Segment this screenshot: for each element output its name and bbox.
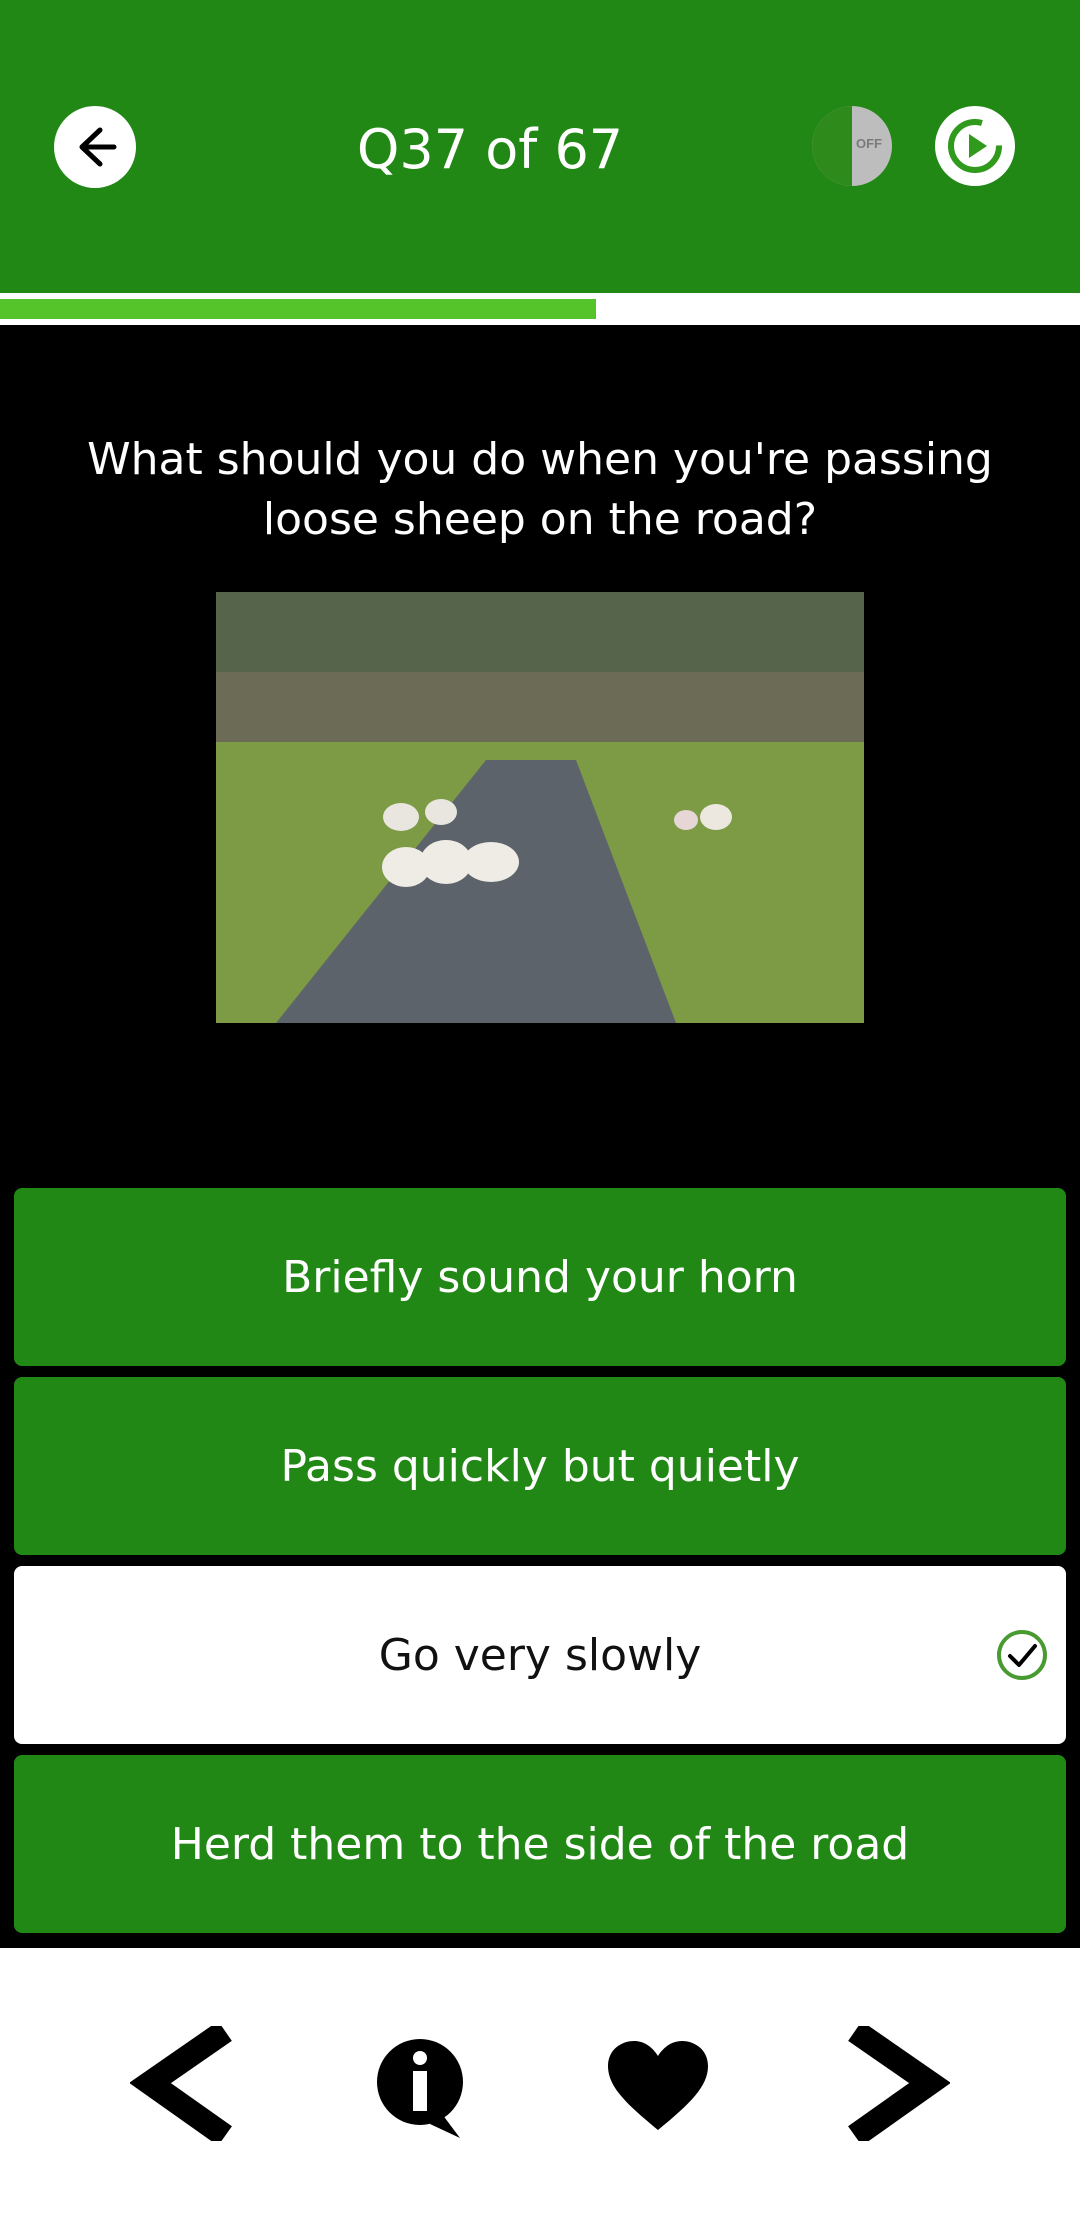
chevron-right-icon[interactable]	[840, 2026, 950, 2141]
answer-label: Go very slowly	[378, 1629, 702, 1681]
bottom-nav	[0, 1948, 1080, 2220]
top-bar: Q37 of 67 OFF	[0, 0, 1080, 293]
question-image	[216, 592, 864, 1023]
answer-option-2[interactable]: Pass quickly but quietly	[14, 1377, 1066, 1555]
voice-off-icon	[812, 106, 852, 186]
arrow-left-icon	[79, 127, 117, 167]
answer-option-4[interactable]: Herd them to the side of the road	[14, 1755, 1066, 1933]
check-circle-icon	[997, 1630, 1047, 1680]
chevron-left-icon[interactable]	[130, 2026, 240, 2141]
answer-label: Herd them to the side of the road	[170, 1818, 910, 1870]
info-icon[interactable]	[372, 2036, 472, 2141]
voice-toggle-button[interactable]: OFF	[812, 106, 892, 186]
answer-label: Briefly sound your horn	[282, 1251, 798, 1303]
progress-fill	[0, 299, 597, 319]
replay-button[interactable]	[935, 106, 1015, 186]
progress-bar	[0, 293, 1080, 325]
voice-state-label: OFF	[856, 136, 882, 151]
answer-option-3[interactable]: Go very slowly	[14, 1566, 1066, 1744]
back-button[interactable]	[54, 106, 136, 188]
replay-icon	[948, 119, 1002, 173]
page-title: Q37 of 67	[356, 118, 624, 181]
question-text: What should you do when you're passing l…	[87, 434, 993, 545]
answer-label: Pass quickly but quietly	[280, 1440, 800, 1492]
heart-icon[interactable]	[605, 2038, 711, 2134]
answer-option-1[interactable]: Briefly sound your horn	[14, 1188, 1066, 1366]
